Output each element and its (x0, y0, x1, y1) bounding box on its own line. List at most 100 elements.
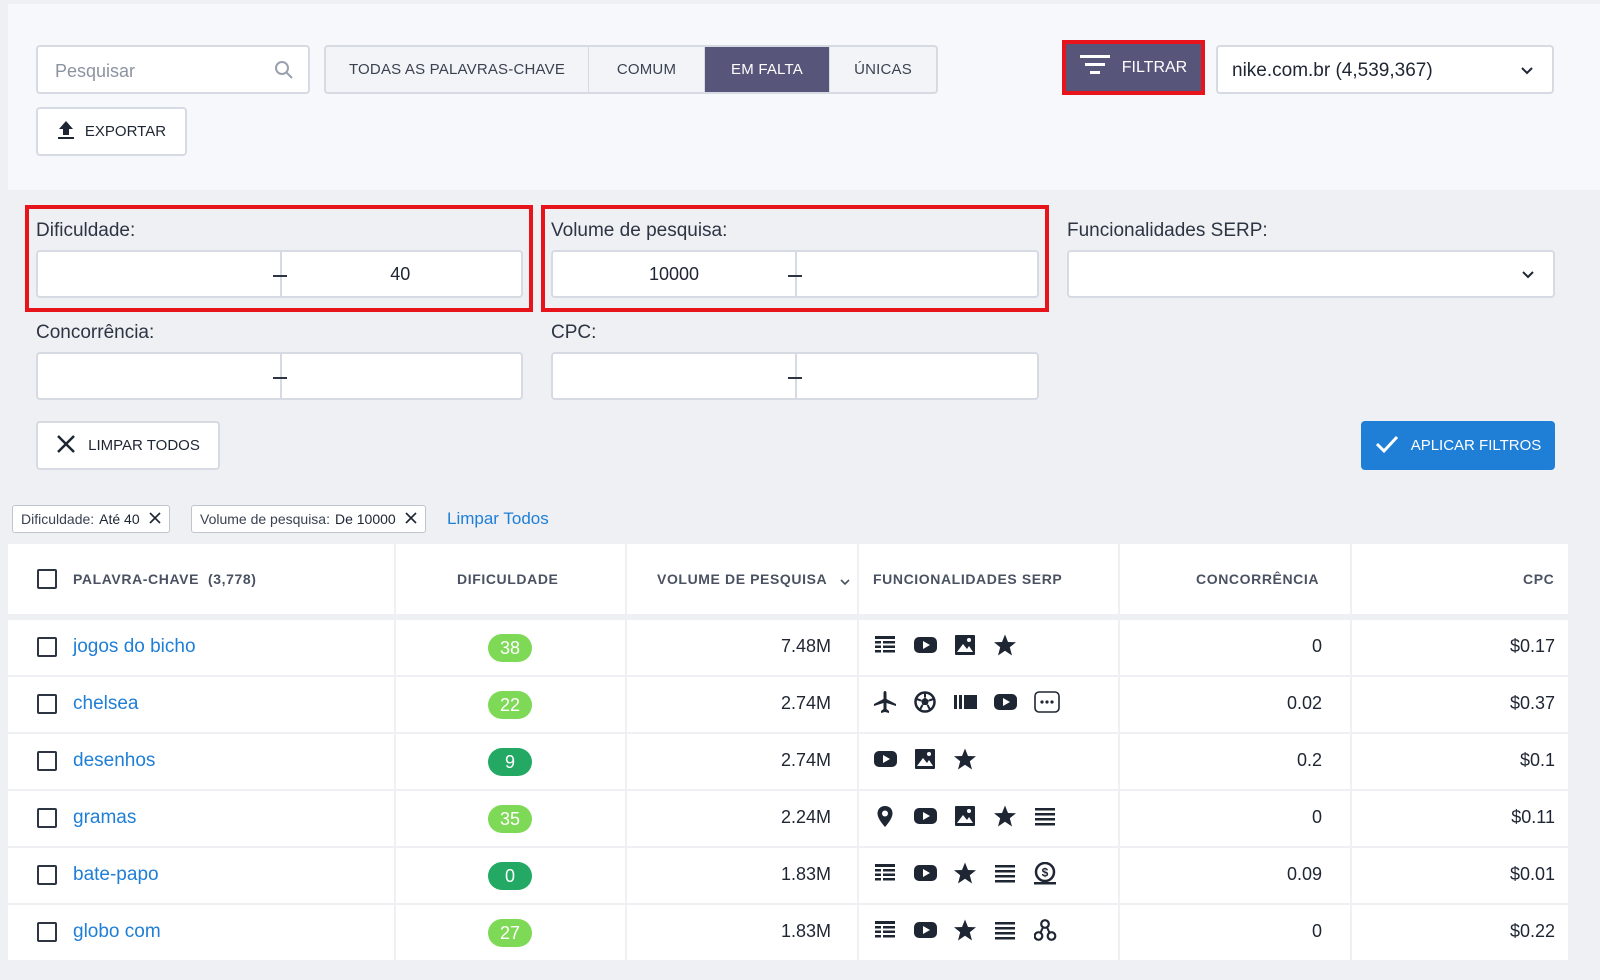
video-icon (914, 637, 937, 653)
column-divider (857, 905, 859, 960)
tab-unique[interactable]: ÚNICAS (830, 47, 936, 92)
difficulty-badge: 22 (488, 691, 532, 719)
image-icon (955, 635, 975, 655)
search-icon[interactable] (274, 60, 294, 85)
column-divider (394, 791, 396, 846)
competition-label: Concorrência: (36, 322, 155, 343)
table-row: globo com 27 1.83M 0 $0.22 (8, 905, 1568, 960)
star-icon (954, 919, 976, 941)
difficulty-badge: 9 (488, 748, 532, 776)
ad-icon: $ (1034, 862, 1056, 885)
row-checkbox[interactable] (37, 808, 57, 828)
serp-features-icons (874, 805, 1057, 828)
sort-chevron-down-icon[interactable] (839, 573, 851, 591)
column-divider (625, 734, 627, 789)
volume-from-input[interactable]: 10000 (553, 264, 795, 285)
column-divider (394, 544, 396, 614)
column-divider (1118, 544, 1120, 614)
difficulty-badge: 0 (488, 862, 532, 890)
upload-icon (57, 120, 75, 144)
clear-all-label: LIMPAR TODOS (88, 437, 200, 454)
header-serp-features: FUNCIONALIDADES SERP (873, 571, 1063, 587)
column-divider (1350, 791, 1352, 846)
column-divider (625, 677, 627, 732)
tab-common[interactable]: COMUM (589, 47, 705, 92)
column-divider (1118, 905, 1120, 960)
table-icon (875, 921, 895, 938)
row-checkbox[interactable] (37, 865, 57, 885)
close-icon[interactable] (405, 511, 417, 527)
svg-text:$: $ (1042, 866, 1049, 880)
row-checkbox[interactable] (37, 751, 57, 771)
keyword-link[interactable]: chelsea (73, 693, 139, 715)
table-row: chelsea 22 2.74M 0.02 $0.37 (8, 677, 1568, 732)
column-divider (1350, 544, 1352, 614)
difficulty-label: Dificuldade: (36, 220, 136, 241)
search-volume: 2.24M (780, 807, 831, 827)
more-icon[interactable] (1034, 691, 1060, 714)
search-volume: 2.74M (780, 750, 831, 770)
column-divider (625, 791, 627, 846)
column-divider (394, 734, 396, 789)
column-divider (857, 544, 859, 614)
column-divider (625, 848, 627, 903)
network-icon (1034, 919, 1057, 941)
active-filter-chip: Volume de pesquisa: De 10000 (191, 505, 426, 533)
range-divider (279, 354, 282, 398)
serp-features-icons: $ (874, 862, 1057, 885)
keyword-link[interactable]: desenhos (73, 750, 155, 772)
competition-value: 0 (1311, 807, 1322, 827)
header-cpc[interactable]: CPC (1523, 571, 1554, 587)
header-keyword[interactable]: PALAVRA-CHAVE (3,778) (73, 571, 257, 587)
cpc-range (551, 352, 1039, 400)
volume-range: 10000 (551, 250, 1039, 298)
search-placeholder: Pesquisar (55, 61, 136, 81)
competition-value: 0.09 (1286, 864, 1322, 884)
column-divider (857, 848, 859, 903)
chip-value: Até 40 (99, 511, 140, 527)
column-divider (1350, 905, 1352, 960)
competition-range (36, 352, 523, 400)
keyword-link[interactable]: bate-papo (73, 864, 159, 886)
column-divider (394, 905, 396, 960)
range-dash (272, 377, 287, 379)
filter-button[interactable]: FILTRAR (1062, 40, 1205, 95)
keyword-link[interactable]: globo com (73, 921, 161, 943)
range-divider (795, 354, 797, 398)
column-divider (1118, 677, 1120, 732)
close-icon[interactable] (149, 511, 161, 527)
column-divider (394, 848, 396, 903)
header-volume[interactable]: VOLUME DE PESQUISA (657, 571, 827, 587)
header-keyword-label: PALAVRA-CHAVE (73, 571, 200, 587)
select-all-checkbox[interactable] (37, 569, 57, 589)
serp-features-icons (874, 748, 977, 771)
cpc-value: $0.11 (1511, 807, 1555, 827)
serp-features-select[interactable] (1067, 250, 1555, 298)
tab-missing[interactable]: EM FALTA (705, 47, 830, 92)
export-button-label: EXPORTAR (84, 123, 167, 140)
clear-all-button[interactable]: LIMPAR TODOS (36, 421, 220, 470)
column-divider (1118, 848, 1120, 903)
domain-select[interactable]: nike.com.br (4,539,367) (1216, 45, 1554, 94)
difficulty-to-input[interactable]: 40 (280, 264, 522, 285)
table-icon (875, 636, 895, 653)
column-divider (857, 620, 859, 675)
difficulty-badge: 38 (488, 634, 532, 662)
table-icon (875, 864, 895, 881)
clear-all-link[interactable]: Limpar Todos (447, 509, 549, 529)
tab-all-keywords[interactable]: TODAS AS PALAVRAS-CHAVE (326, 47, 589, 92)
header-competition[interactable]: CONCORRÊNCIA (1196, 571, 1319, 587)
filter-button-label: FILTRAR (1121, 58, 1188, 76)
row-checkbox[interactable] (37, 922, 57, 942)
header-difficulty[interactable]: DIFICULDADE (457, 571, 558, 587)
video-icon (914, 808, 937, 824)
flight-icon (874, 691, 896, 713)
keyword-link[interactable]: gramas (73, 807, 136, 829)
search-input[interactable]: Pesquisar (36, 45, 310, 94)
keyword-link[interactable]: jogos do bicho (73, 636, 196, 658)
domain-select-value: nike.com.br (4,539,367) (1232, 60, 1433, 81)
row-checkbox[interactable] (37, 694, 57, 714)
row-checkbox[interactable] (37, 637, 57, 657)
export-button[interactable]: EXPORTAR (36, 107, 187, 156)
apply-filters-button[interactable]: APLICAR FILTROS (1361, 421, 1555, 470)
